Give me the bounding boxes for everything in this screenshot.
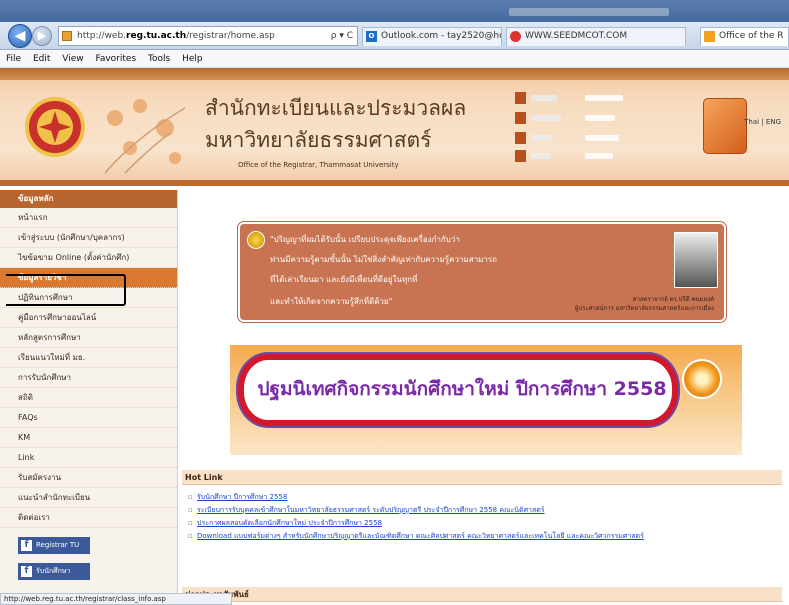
menu-favorites[interactable]: Favorites (95, 54, 136, 64)
hot-link-item[interactable]: Download แบบฟอร์มต่างๆ สำหรับนักศึกษาปริ… (188, 531, 768, 541)
header-link[interactable] (515, 132, 675, 144)
header-band (0, 68, 789, 80)
menu-bar: File Edit View Favorites Tools Help (0, 51, 789, 68)
quote-line: และทำให้เกิดจากความรู้สึกที่ดีด้วย" (270, 297, 393, 306)
sidebar-item-home[interactable]: หน้าแรก (0, 208, 177, 228)
button-label: Registrar TU (36, 541, 80, 549)
site-favicon-icon (510, 31, 521, 42)
hot-link-list: รับนักศึกษา ปีการศึกษา 2558 ระเบียบการรั… (188, 492, 768, 544)
tab-seedmcot[interactable]: WWW.SEEDMCOT.COM (506, 27, 686, 46)
quote-line: ท่านมีความรู้ตามขั้นนั้น ไม่ใช่สิ่งสำคัญ… (270, 255, 497, 264)
hot-link-item[interactable]: ประกาศผลสอบคัดเลือกนักศึกษาใหม่ ประจำปีก… (188, 518, 768, 528)
sidebar-item-jobs[interactable]: รับสมัครงาน (0, 468, 177, 488)
orientation-banner[interactable]: ปฐมนิเทศกิจกรรมนักศึกษาใหม่ ปีการศึกษา 2… (230, 345, 742, 455)
menu-tools[interactable]: Tools (148, 54, 170, 64)
news-heading: ข่าวประชาสัมพันธ์ (182, 587, 782, 602)
browser-toolbar: ◀ ▶ http://web.reg.tu.ac.th/registrar/ho… (0, 22, 789, 50)
language-switch[interactable]: Thai | ENG (744, 118, 781, 126)
banner-frame: ปฐมนิเทศกิจกรรมนักศึกษาใหม่ ปีการศึกษา 2… (238, 354, 678, 426)
highlight-annotation (6, 274, 126, 306)
portrait-image (674, 232, 718, 288)
sidebar-item-manual[interactable]: คู่มือการศึกษาออนไลน์ (0, 308, 177, 328)
quote-panel: "ปริญญาที่ผมได้รับนั้น เปรียบประดุจเพียง… (237, 221, 727, 323)
address-bar[interactable]: http://web.reg.tu.ac.th/registrar/home.a… (58, 26, 358, 46)
tab-registrar[interactable]: Office of the R (700, 27, 789, 46)
hot-link-heading: Hot Link (182, 470, 782, 485)
sidebar-item-contact[interactable]: ติดต่อเรา (0, 508, 177, 528)
hot-link-item[interactable]: ระเบียบการรับบุคคลเข้าศึกษาในมหาวิทยาลัย… (188, 505, 768, 515)
menu-help[interactable]: Help (182, 54, 203, 64)
header-quick-links (515, 92, 675, 172)
banner-text: ปฐมนิเทศกิจกรรมนักศึกษาใหม่ ปีการศึกษา 2… (257, 378, 667, 400)
facebook-admission-button[interactable]: f รับนักศึกษา (18, 563, 90, 580)
address-actions[interactable]: ρ ▾ C (331, 27, 353, 45)
sidebar-item-online[interactable]: ไขข้อขาม Online (ตั้งค่านักศึก) (0, 248, 177, 268)
address-scheme: http://web. (77, 31, 127, 41)
address-host: reg.tu.ac.th (126, 31, 187, 41)
sidebar-item-statistics[interactable]: สถิติ (0, 388, 177, 408)
sidebar-item-curriculum[interactable]: หลักสูตรการศึกษา (0, 328, 177, 348)
quote-line: ที่ได้เล่าเรียนมา และยังมีเพื่อนที่ดีอยู… (270, 275, 418, 284)
header-band-bottom (0, 180, 789, 186)
sidebar-heading: ข้อมูลหลัก (0, 190, 177, 208)
tab-outlook[interactable]: O Outlook.com - tay2520@hotm... (362, 27, 502, 46)
address-path: /registrar/home.asp (186, 31, 275, 41)
header-link[interactable] (515, 92, 675, 104)
titlebar-text (509, 8, 669, 16)
back-button[interactable]: ◀ (8, 24, 32, 48)
header-link[interactable] (515, 150, 675, 162)
menu-edit[interactable]: Edit (33, 54, 50, 64)
sidebar-item-link[interactable]: Link (0, 448, 177, 468)
forward-button[interactable]: ▶ (32, 26, 52, 46)
facebook-registrar-button[interactable]: f Registrar TU (18, 537, 90, 554)
sidebar-item-faqs[interactable]: FAQs (0, 408, 177, 428)
header-link[interactable] (515, 112, 675, 124)
outlook-icon: O (366, 31, 377, 42)
sidebar-item-login[interactable]: เข้าสู่ระบบ (นักศึกษา/บุคลากร) (0, 228, 177, 248)
sidebar-item-about[interactable]: แนะนำสำนักทะเบียน (0, 488, 177, 508)
status-bar: http://web.reg.tu.ac.th/registrar/class_… (0, 593, 232, 605)
tab-label: Outlook.com - tay2520@hotm... (381, 31, 501, 41)
site-title-line2: มหาวิทยาลัยธรรมศาสตร์ (205, 128, 432, 152)
page-favicon-icon (62, 31, 72, 41)
sidebar-item-new-learning[interactable]: เรียนแนวใหม่ที่ มธ. (0, 348, 177, 368)
quote-attribution-2: ผู้ประศาสน์การ มหาวิทยาลัยธรรมศาสตร์และก… (574, 305, 714, 312)
banner-seal-icon (682, 359, 722, 399)
flower-decoration-icon (104, 99, 186, 174)
site-subtitle: Office of the Registrar, Thammasat Unive… (238, 161, 399, 169)
facebook-icon: f (21, 540, 32, 551)
sidebar-item-admission[interactable]: การรับนักศึกษา (0, 368, 177, 388)
sidebar: ข้อมูลหลัก หน้าแรก เข้าสู่ระบบ (นักศึกษา… (0, 190, 178, 605)
logo-cube-icon[interactable] (703, 98, 747, 154)
tab-label: Office of the R (719, 31, 784, 41)
site-title-line1: สำนักทะเบียนและประมวลผล (205, 96, 467, 120)
quote-line: "ปริญญาที่ผมได้รับนั้น เปรียบประดุจเพียง… (270, 235, 460, 244)
university-seal-icon (25, 97, 85, 157)
main-content: "ปริญญาที่ผมได้รับนั้น เปรียบประดุจเพียง… (182, 195, 789, 605)
facebook-icon: f (21, 566, 32, 577)
button-label: รับนักศึกษา (36, 567, 71, 575)
menu-file[interactable]: File (6, 54, 21, 64)
hot-link-item[interactable]: รับนักศึกษา ปีการศึกษา 2558 (188, 492, 768, 502)
menu-view[interactable]: View (62, 54, 83, 64)
sidebar-item-km[interactable]: KM (0, 428, 177, 448)
site-header: สำนักทะเบียนและประมวลผล มหาวิทยาลัยธรรมศ… (0, 68, 789, 186)
page-favicon-icon (704, 31, 715, 42)
tab-label: WWW.SEEDMCOT.COM (525, 31, 628, 41)
medal-icon (247, 231, 265, 249)
